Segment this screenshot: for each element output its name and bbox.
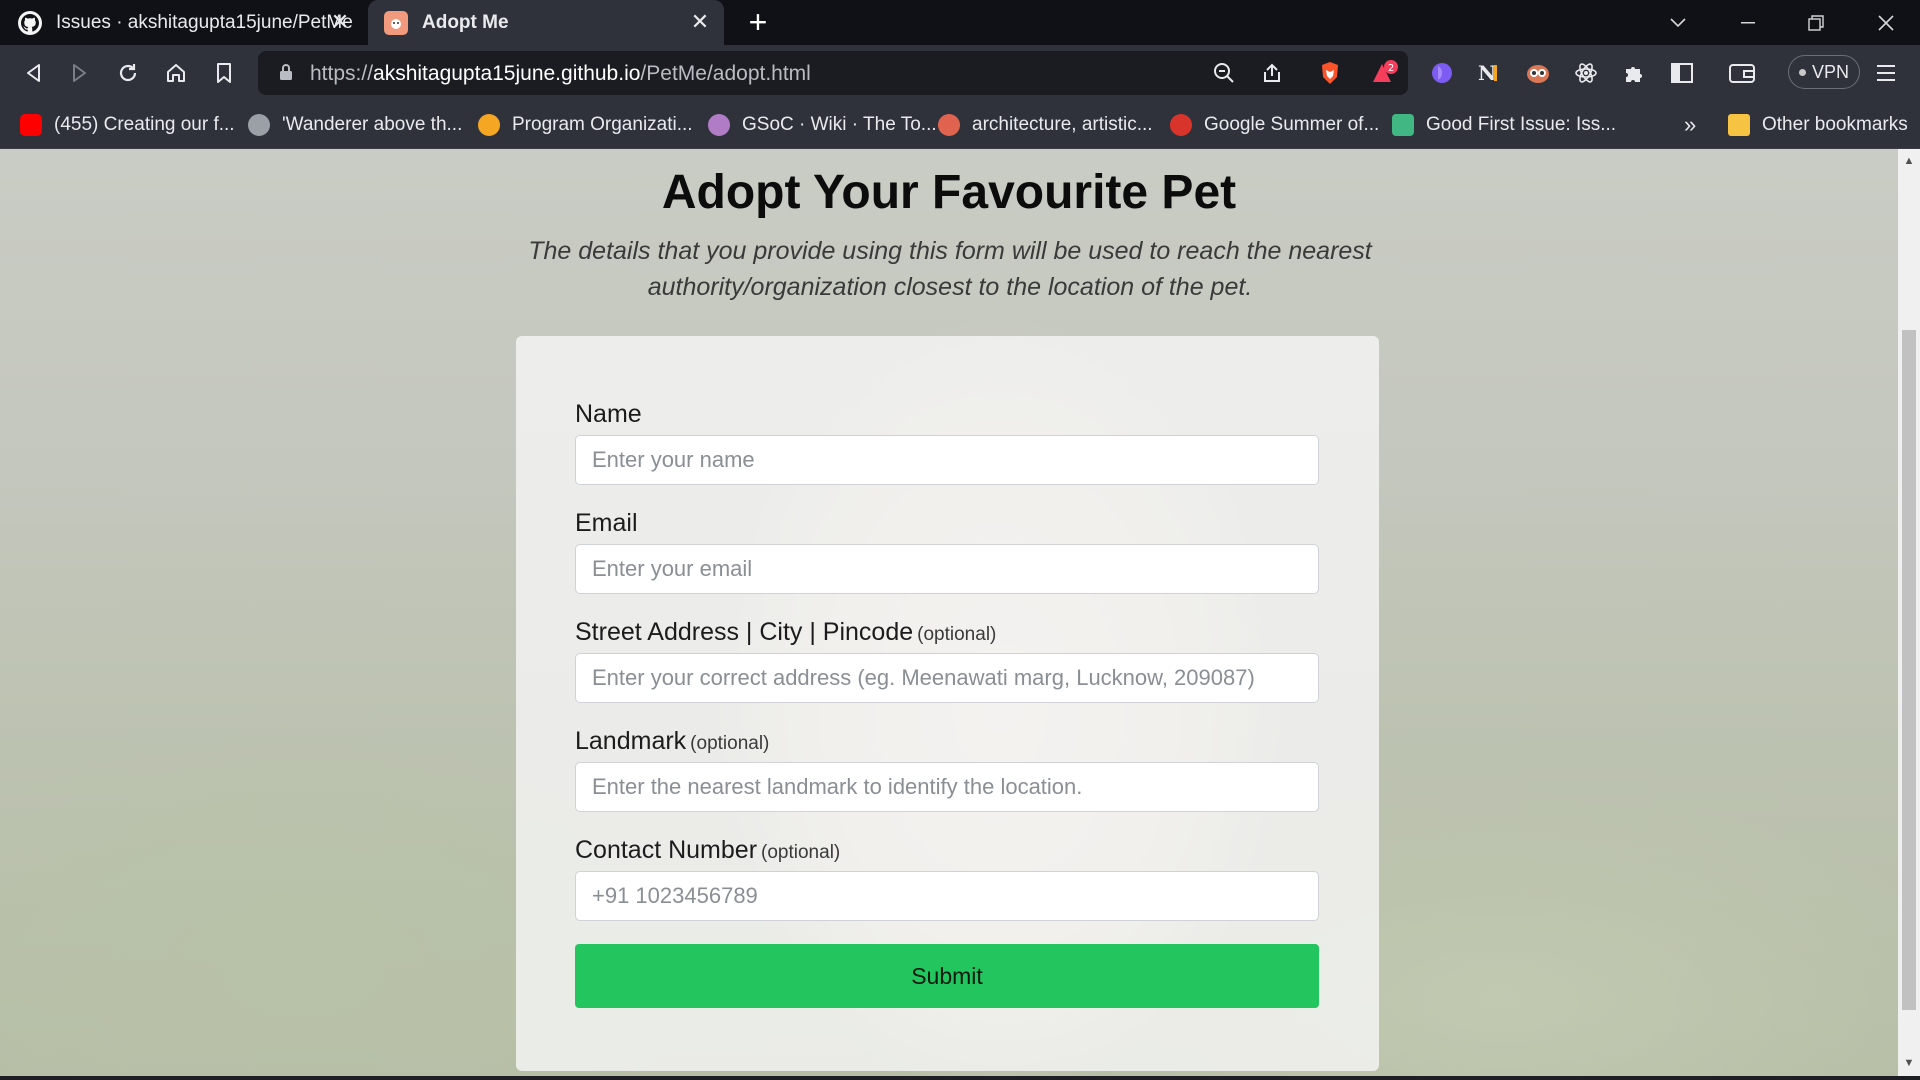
bookmark-label: Google Summer of... [1204, 114, 1380, 135]
scroll-up-arrow-icon[interactable]: ▲ [1903, 155, 1915, 167]
github-icon [18, 10, 42, 35]
svg-text:N: N [1478, 62, 1496, 84]
tab-search-icon[interactable] [1644, 0, 1712, 45]
scroll-down-arrow-icon[interactable]: ▼ [1903, 1057, 1915, 1069]
extension-owl-icon[interactable] [1522, 57, 1554, 89]
wallet-icon[interactable] [1726, 57, 1758, 89]
adopt-form: Name Email Street Address | City | Pinco… [516, 336, 1379, 1071]
sidebar-icon[interactable] [1666, 57, 1698, 89]
overflow-chevron-icon: » [1684, 112, 1697, 137]
address-label: Street Address | City | Pincode (optional… [575, 618, 996, 647]
page-scrollbar[interactable]: ▲ ▼ [1898, 149, 1920, 1076]
contact-number-input[interactable] [575, 871, 1319, 921]
bookmarks-overflow-button[interactable]: » [1684, 110, 1696, 140]
tab-title: Adopt Me [422, 11, 509, 33]
other-bookmarks-label: Other bookmarks [1762, 114, 1908, 135]
rewards-badge: 2 [1388, 63, 1394, 74]
bookmark-icon[interactable] [206, 55, 242, 91]
bookmark-label: Good First Issue: Iss... [1426, 114, 1617, 135]
bookmark-label: (455) Creating our f... [54, 114, 235, 135]
restore-button[interactable] [1782, 0, 1850, 45]
address-bar[interactable]: https://akshitagupta15june.github.io/Pet… [258, 51, 1408, 95]
bookmark-item[interactable]: Google Summer of... [1170, 110, 1379, 140]
tab-issues[interactable]: Issues · akshitagupta15june/PetMe ✕ [0, 0, 364, 45]
brave-rewards-icon[interactable]: 2 [1368, 57, 1400, 89]
vpn-status-icon [1798, 68, 1806, 76]
page-title: Adopt Your Favourite Pet [661, 166, 1237, 219]
bookmark-label: GSoC · Wiki · The To... [742, 114, 937, 135]
tab-bar: Issues · akshitagupta15june/PetMe ✕ Adop… [0, 0, 1920, 45]
address-input[interactable] [575, 653, 1319, 703]
email-label-text: Email [575, 509, 638, 537]
youtube-icon [20, 114, 42, 136]
scroll-thumb[interactable] [1902, 330, 1916, 1010]
tab-adopt-me[interactable]: Adopt Me ✕ [368, 0, 724, 45]
reload-button[interactable] [110, 55, 146, 91]
folder-icon [1728, 114, 1750, 136]
vpn-label: VPN [1811, 61, 1849, 82]
optional-tag: (optional) [690, 733, 770, 754]
share-icon[interactable] [1256, 57, 1288, 89]
landmark-label-text: Landmark [575, 727, 687, 755]
contact-label: Contact Number (optional) [575, 836, 840, 865]
gear-badge-icon [478, 114, 500, 136]
window-bottom-edge [0, 1076, 1920, 1080]
adopt-me-icon [384, 10, 408, 35]
close-icon[interactable]: ✕ [688, 9, 712, 34]
zoom-icon[interactable] [1208, 57, 1240, 89]
url-path: /PetMe/adopt.html [640, 62, 811, 85]
optional-tag: (optional) [761, 842, 841, 863]
menu-icon[interactable] [1870, 57, 1902, 89]
extension-n-icon[interactable]: N [1474, 57, 1506, 89]
gfi-icon [1392, 114, 1414, 136]
globe-icon [248, 114, 270, 136]
url-text[interactable]: https://akshitagupta15june.github.io/Pet… [310, 62, 811, 86]
tab-title: Issues · akshitagupta15june/PetMe [56, 11, 353, 33]
vpn-button[interactable]: VPN [1788, 55, 1860, 89]
bookmark-item[interactable]: 'Wanderer above th... [248, 110, 462, 140]
bookmark-label: architecture, artistic... [972, 114, 1153, 135]
url-scheme: https:// [310, 62, 374, 85]
lock-icon[interactable] [278, 63, 294, 81]
new-tab-button[interactable]: + [742, 6, 774, 39]
landmark-label: Landmark (optional) [575, 727, 769, 756]
bookmarks-bar: (455) Creating our f... 'Wanderer above … [0, 101, 1920, 149]
close-window-button[interactable] [1852, 0, 1920, 45]
minimize-button[interactable] [1714, 0, 1782, 45]
bookmark-label: 'Wanderer above th... [282, 114, 463, 135]
brave-shields-icon[interactable] [1314, 57, 1346, 89]
close-icon[interactable]: ✕ [328, 9, 352, 34]
bookmark-label: Program Organizati... [512, 114, 693, 135]
name-label: Name [575, 400, 642, 429]
react-devtools-icon[interactable] [1570, 57, 1602, 89]
landmark-input[interactable] [575, 762, 1319, 812]
optional-tag: (optional) [917, 624, 997, 645]
bookmark-item[interactable]: Good First Issue: Iss... [1392, 110, 1616, 140]
onion-icon [708, 114, 730, 136]
name-input[interactable] [575, 435, 1319, 485]
bookmark-item[interactable]: Program Organizati... [478, 110, 693, 140]
email-label: Email [575, 509, 638, 538]
bookmark-item[interactable]: architecture, artistic... [938, 110, 1153, 140]
gsoc-icon [1170, 114, 1192, 136]
forward-button[interactable] [62, 55, 98, 91]
url-domain: akshitagupta15june.github.io [373, 62, 641, 85]
name-label-text: Name [575, 400, 642, 428]
back-button[interactable] [15, 55, 51, 91]
email-input[interactable] [575, 544, 1319, 594]
bookmark-item[interactable]: GSoC · Wiki · The To... [708, 110, 937, 140]
other-bookmarks-folder[interactable]: Other bookmarks [1728, 110, 1908, 140]
address-label-text: Street Address | City | Pincode [575, 618, 914, 646]
flame-icon [938, 114, 960, 136]
home-button[interactable] [158, 55, 194, 91]
page-viewport: Adopt Your Favourite Pet The details tha… [0, 149, 1898, 1076]
bookmark-item[interactable]: (455) Creating our f... [20, 110, 235, 140]
navigation-bar: https://akshitagupta15june.github.io/Pet… [0, 45, 1920, 101]
extensions-puzzle-icon[interactable] [1618, 57, 1650, 89]
submit-button[interactable]: Submit [575, 944, 1319, 1008]
contact-label-text: Contact Number [575, 836, 758, 864]
page-subtitle: The details that you provide using this … [528, 237, 1372, 301]
extension-purple-icon[interactable] [1426, 57, 1458, 89]
